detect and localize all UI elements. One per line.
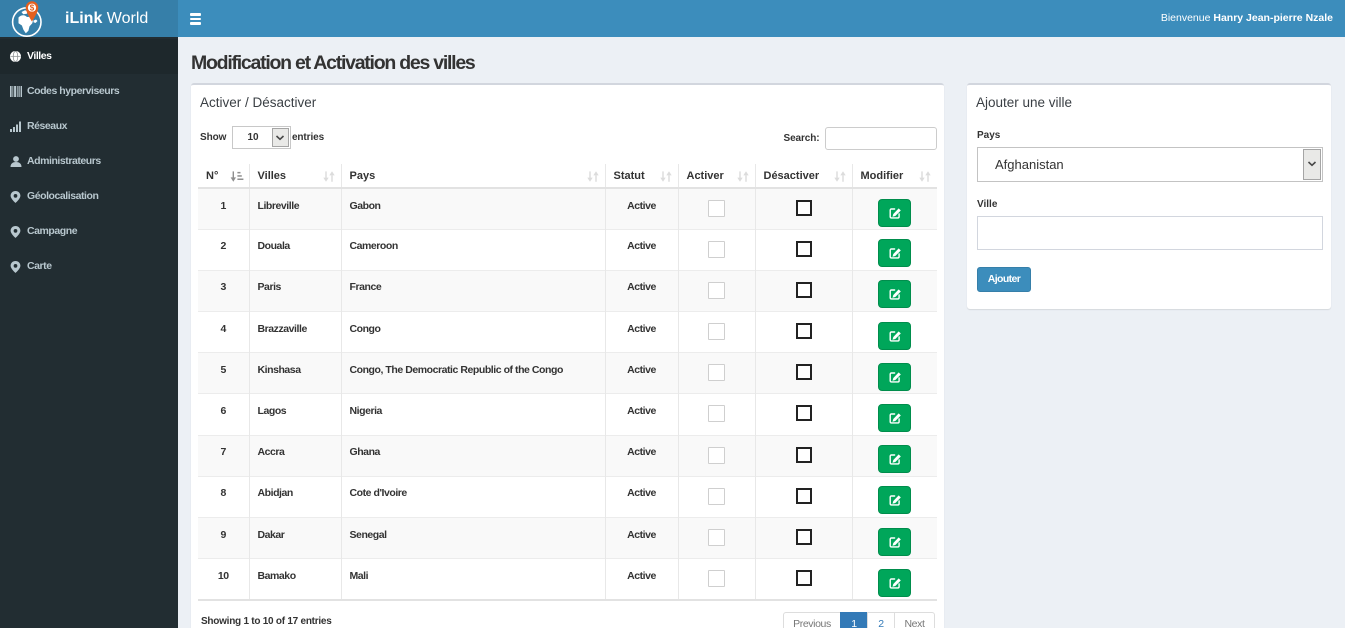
svg-text:$: $: [30, 4, 35, 13]
